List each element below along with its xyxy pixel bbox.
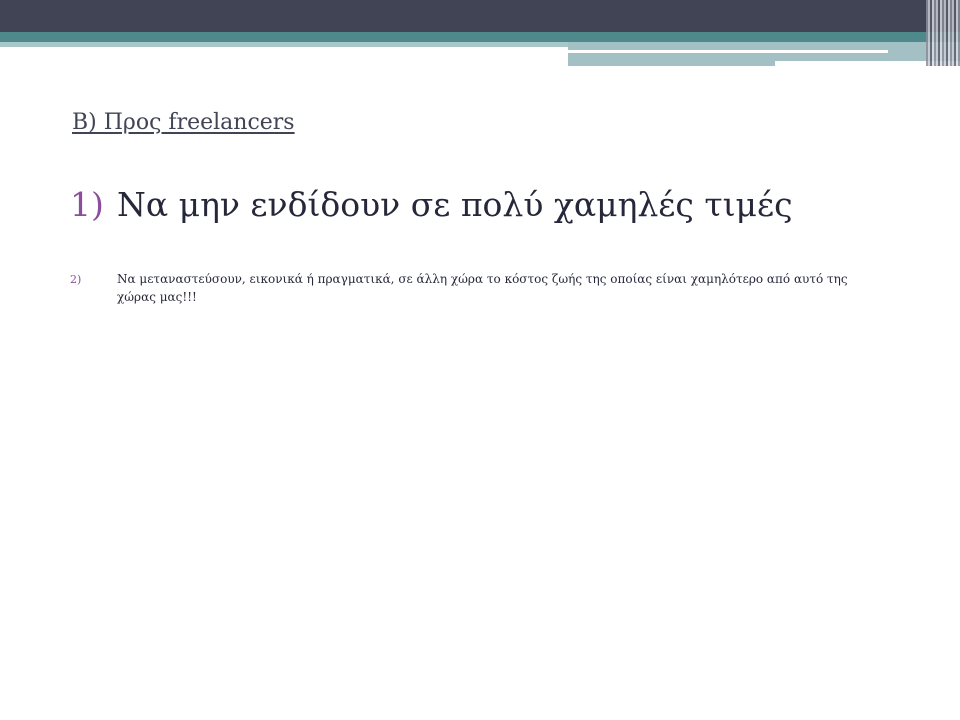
list-item: 2) Να μεταναστεύσουν, εικονικά ή πραγματ… [70,270,870,306]
header-corner-stripes [926,0,960,66]
header-teal-band [0,32,960,42]
slide: Β) Προς freelancers 1) Να μην ενδίδουν σ… [0,0,960,720]
section-subtitle: Β) Προς freelancers [72,110,295,135]
list-item-text: Να μεταναστεύσουν, εικονικά ή πραγματικά… [117,272,848,304]
list-item: 1) Να μην ενδίδουν σε πολύ χαμηλές τιμές [70,185,890,224]
header-accent-line [568,50,888,53]
list-item-number: 2) [70,273,82,286]
list-item-text: Να μην ενδίδουν σε πολύ χαμηλές τιμές [117,185,793,224]
header-light-band [0,42,568,47]
list-item-number: 1) [70,185,104,224]
header-dark-bar [0,0,960,32]
